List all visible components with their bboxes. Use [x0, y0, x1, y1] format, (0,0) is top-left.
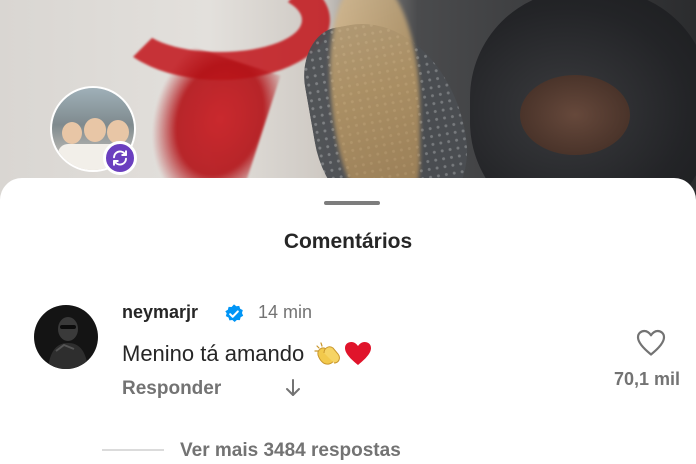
sheet-title: Comentários: [283, 230, 413, 253]
comment-username[interactable]: neymarjr: [122, 302, 198, 323]
red-heart-icon: [345, 342, 372, 365]
like-count: 70,1 mil: [614, 369, 681, 389]
comment-body: Menino tá amando: [122, 341, 372, 367]
replies-divider: [102, 449, 164, 451]
reply-button[interactable]: Responder: [122, 378, 221, 400]
view-more-replies-button[interactable]: Ver mais 3484 respostas: [180, 440, 401, 462]
repost-icon: [103, 141, 137, 175]
comment-timestamp: 14 min: [258, 302, 313, 322]
comments-sheet: Comentários neymarjr 14 min Menino tá am…: [0, 178, 696, 464]
arrow-down-icon[interactable]: [284, 378, 302, 404]
comment-emojis: [314, 341, 372, 367]
person-hand: [520, 75, 630, 155]
verified-badge-icon: [225, 304, 244, 322]
like-heart-icon[interactable]: [636, 329, 666, 357]
commenter-avatar[interactable]: [34, 305, 98, 369]
sheet-drag-handle[interactable]: [324, 201, 380, 205]
comment-text: Menino tá amando: [122, 341, 305, 366]
clapping-hands-icon: [314, 342, 341, 365]
